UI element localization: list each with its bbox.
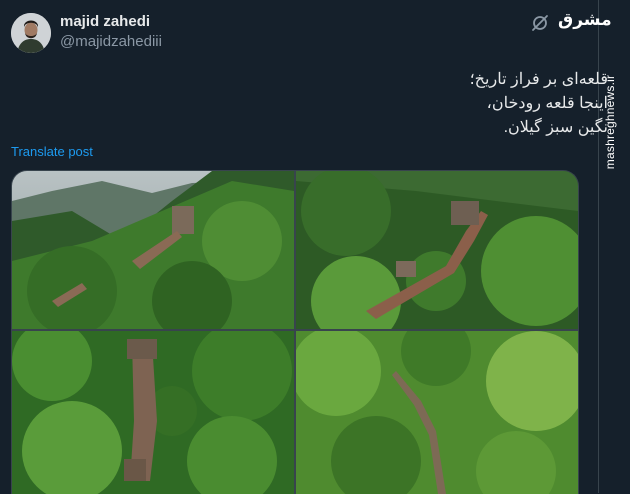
media-image-2[interactable] <box>296 171 578 329</box>
watermark-logo: مشرق <box>558 10 612 30</box>
tweet-text: قلعه‌ای بر فراز تاریخ؛ اینجا قلعه رودخان… <box>469 71 608 136</box>
author-handle[interactable]: @majidzahediii <box>60 33 162 50</box>
media-image-1[interactable] <box>12 171 294 329</box>
media-grid <box>11 170 579 494</box>
avatar[interactable] <box>11 13 51 53</box>
media-image-4[interactable] <box>296 331 578 494</box>
grok-icon[interactable] <box>530 13 550 33</box>
media-image-3[interactable] <box>12 331 294 494</box>
author-name[interactable]: majid zahedi <box>60 13 150 30</box>
translate-post-link[interactable]: Translate post <box>11 144 93 159</box>
